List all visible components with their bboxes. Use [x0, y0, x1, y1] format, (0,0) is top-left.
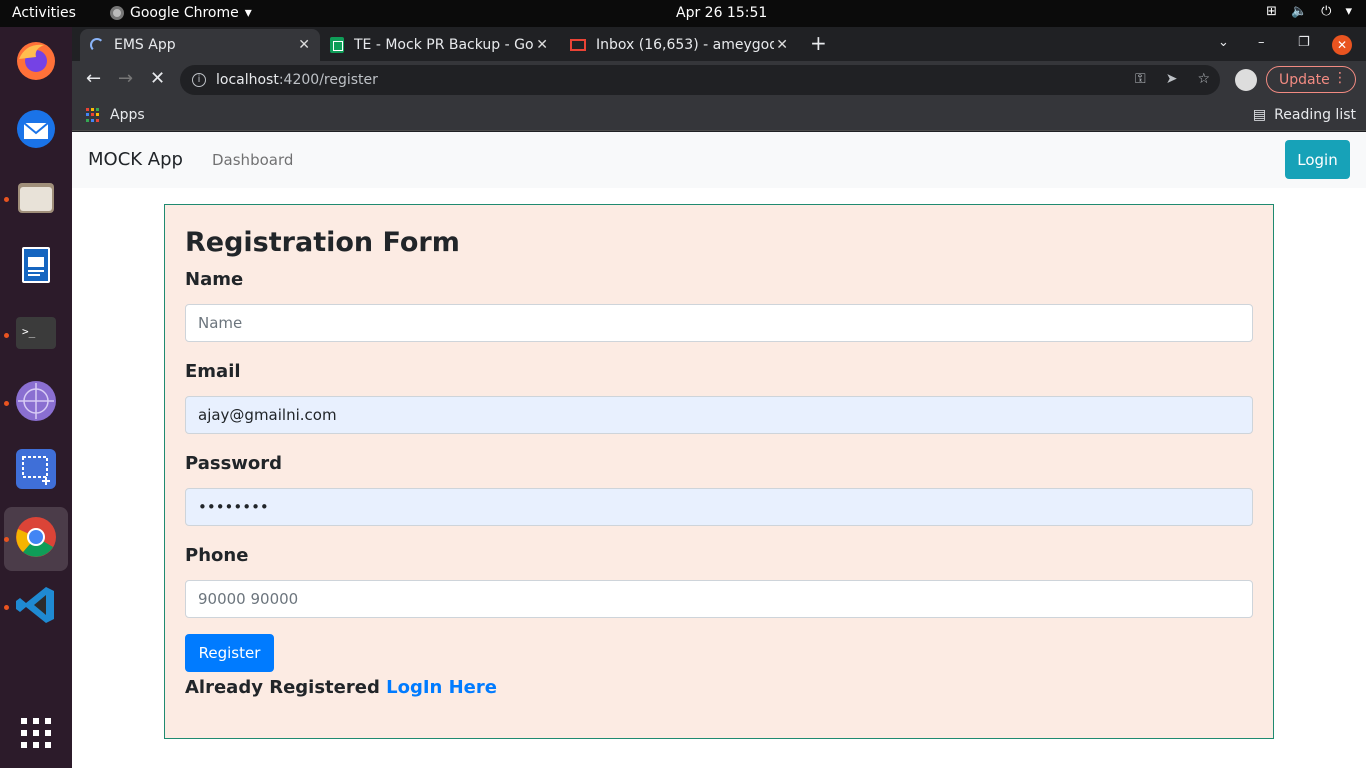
close-icon[interactable]: ✕ — [536, 37, 548, 53]
password-label: Password — [185, 453, 283, 474]
svg-text:>_: >_ — [22, 325, 36, 338]
system-tray[interactable]: ⊞ 🔈 ⏻ ▾ — [1266, 4, 1352, 19]
firefox-icon[interactable] — [12, 37, 60, 85]
profile-avatar[interactable] — [1235, 69, 1257, 91]
web-page: MOCK App Dashboard Login Registration Fo… — [72, 132, 1366, 768]
address-bar[interactable]: i localhost :4200/register ⚿ ➤ ☆ — [180, 65, 1220, 95]
already-registered-text: Already Registered LogIn Here — [185, 677, 497, 698]
reading-list-label: Reading list — [1274, 107, 1356, 123]
new-tab-button[interactable]: + — [810, 33, 827, 53]
omnibox-actions: ⚿ ➤ ☆ — [1135, 71, 1210, 87]
reading-list-button[interactable]: ▤ Reading list — [1253, 107, 1356, 123]
update-label: Update — [1279, 71, 1330, 88]
login-button[interactable]: Login — [1285, 140, 1350, 179]
minimize-button[interactable]: – — [1258, 35, 1265, 50]
register-button[interactable]: Register — [185, 634, 274, 672]
chevron-down-icon: ▾ — [244, 5, 252, 21]
email-label: Email — [185, 361, 241, 382]
tab-strip: EMS App ✕ TE - Mock PR Backup - Goo ✕ In… — [72, 27, 1366, 61]
dock: >_ — [0, 27, 72, 768]
network-icon: ⊞ — [1266, 4, 1277, 19]
google-sheets-icon — [330, 37, 344, 53]
app-navbar: MOCK App Dashboard Login — [72, 132, 1366, 188]
running-indicator — [4, 401, 9, 406]
already-registered-label: Already Registered — [185, 677, 387, 698]
more-menu-icon[interactable]: ⋮ — [1333, 70, 1347, 86]
chevron-down-icon: ▾ — [1345, 4, 1352, 19]
phone-label: Phone — [185, 545, 249, 566]
activities-button[interactable]: Activities — [12, 5, 76, 21]
chrome-window: EMS App ✕ TE - Mock PR Backup - Goo ✕ In… — [72, 27, 1366, 768]
send-icon[interactable]: ➤ — [1166, 71, 1178, 87]
email-input[interactable]: ajay@gmailni.com — [185, 396, 1253, 434]
show-apps-icon[interactable] — [12, 709, 60, 757]
system-top-bar: Activities Google Chrome ▾ Apr 26 15:51 … — [0, 0, 1366, 27]
terminal-icon[interactable]: >_ — [12, 309, 60, 357]
nav-link-dashboard[interactable]: Dashboard — [212, 151, 293, 169]
running-indicator — [4, 197, 9, 202]
close-icon[interactable]: ✕ — [776, 37, 788, 53]
vscode-icon[interactable] — [12, 581, 60, 629]
apps-grid-icon — [86, 108, 100, 122]
close-icon[interactable]: ✕ — [298, 37, 310, 53]
gmail-icon — [570, 39, 586, 51]
running-indicator — [4, 333, 9, 338]
name-input[interactable]: Name — [185, 304, 1253, 342]
writer-icon[interactable] — [12, 241, 60, 289]
login-here-link[interactable]: LogIn Here — [386, 677, 497, 698]
tab-search-chevron-icon[interactable]: ⌄ — [1218, 35, 1229, 50]
key-icon[interactable]: ⚿ — [1135, 71, 1146, 87]
registration-form: Registration Form Name Name Email ajay@g… — [164, 204, 1274, 739]
running-indicator — [4, 537, 9, 542]
update-button[interactable]: Update ⋮ — [1266, 66, 1356, 93]
navbar-brand[interactable]: MOCK App — [88, 149, 183, 170]
tab-gmail-inbox[interactable]: Inbox (16,653) - ameygods ✕ — [560, 29, 798, 61]
thunderbird-icon[interactable] — [12, 105, 60, 153]
screenshot-icon[interactable] — [12, 445, 60, 493]
tab-title: Inbox (16,653) - ameygods — [596, 37, 774, 53]
browser-toolbar: ← → ✕ i localhost :4200/register ⚿ ➤ ☆ U… — [72, 61, 1366, 99]
files-icon[interactable] — [12, 173, 60, 221]
forward-button[interactable]: → — [118, 69, 133, 89]
phone-input[interactable]: 90000 90000 — [185, 580, 1253, 618]
app-menu[interactable]: Google Chrome ▾ — [110, 5, 252, 21]
tab-ems-app[interactable]: EMS App ✕ — [80, 29, 320, 61]
tab-title: TE - Mock PR Backup - Goo — [354, 37, 534, 53]
app-menu-label: Google Chrome — [130, 5, 239, 21]
clock[interactable]: Apr 26 15:51 — [676, 5, 767, 21]
name-label: Name — [185, 269, 244, 290]
power-icon: ⏻ — [1321, 4, 1332, 19]
tab-title: EMS App — [114, 37, 176, 53]
tab-mock-pr-backup[interactable]: TE - Mock PR Backup - Goo ✕ — [320, 29, 558, 61]
apps-bookmark[interactable]: Apps — [110, 107, 145, 123]
chrome-icon[interactable] — [12, 513, 60, 561]
volume-icon: 🔈 — [1290, 4, 1308, 19]
reading-list-icon: ▤ — [1252, 107, 1267, 123]
bookmark-star-icon[interactable]: ☆ — [1197, 71, 1210, 87]
loading-spinner-icon — [90, 38, 104, 52]
form-title: Registration Form — [185, 227, 460, 258]
web-browser-icon[interactable] — [12, 377, 60, 425]
running-indicator — [4, 605, 9, 610]
password-input[interactable]: •••••••• — [185, 488, 1253, 526]
close-window-button[interactable]: ✕ — [1332, 35, 1352, 55]
chrome-app-icon — [110, 6, 124, 20]
bookmarks-bar: Apps ▤ Reading list — [72, 99, 1366, 131]
back-button[interactable]: ← — [86, 69, 101, 89]
url-path: :4200/register — [278, 72, 378, 88]
info-icon[interactable]: i — [192, 73, 206, 87]
maximize-button[interactable]: ❐ — [1298, 35, 1310, 50]
url-host: localhost — [216, 72, 279, 88]
stop-loading-button[interactable]: ✕ — [150, 69, 165, 89]
